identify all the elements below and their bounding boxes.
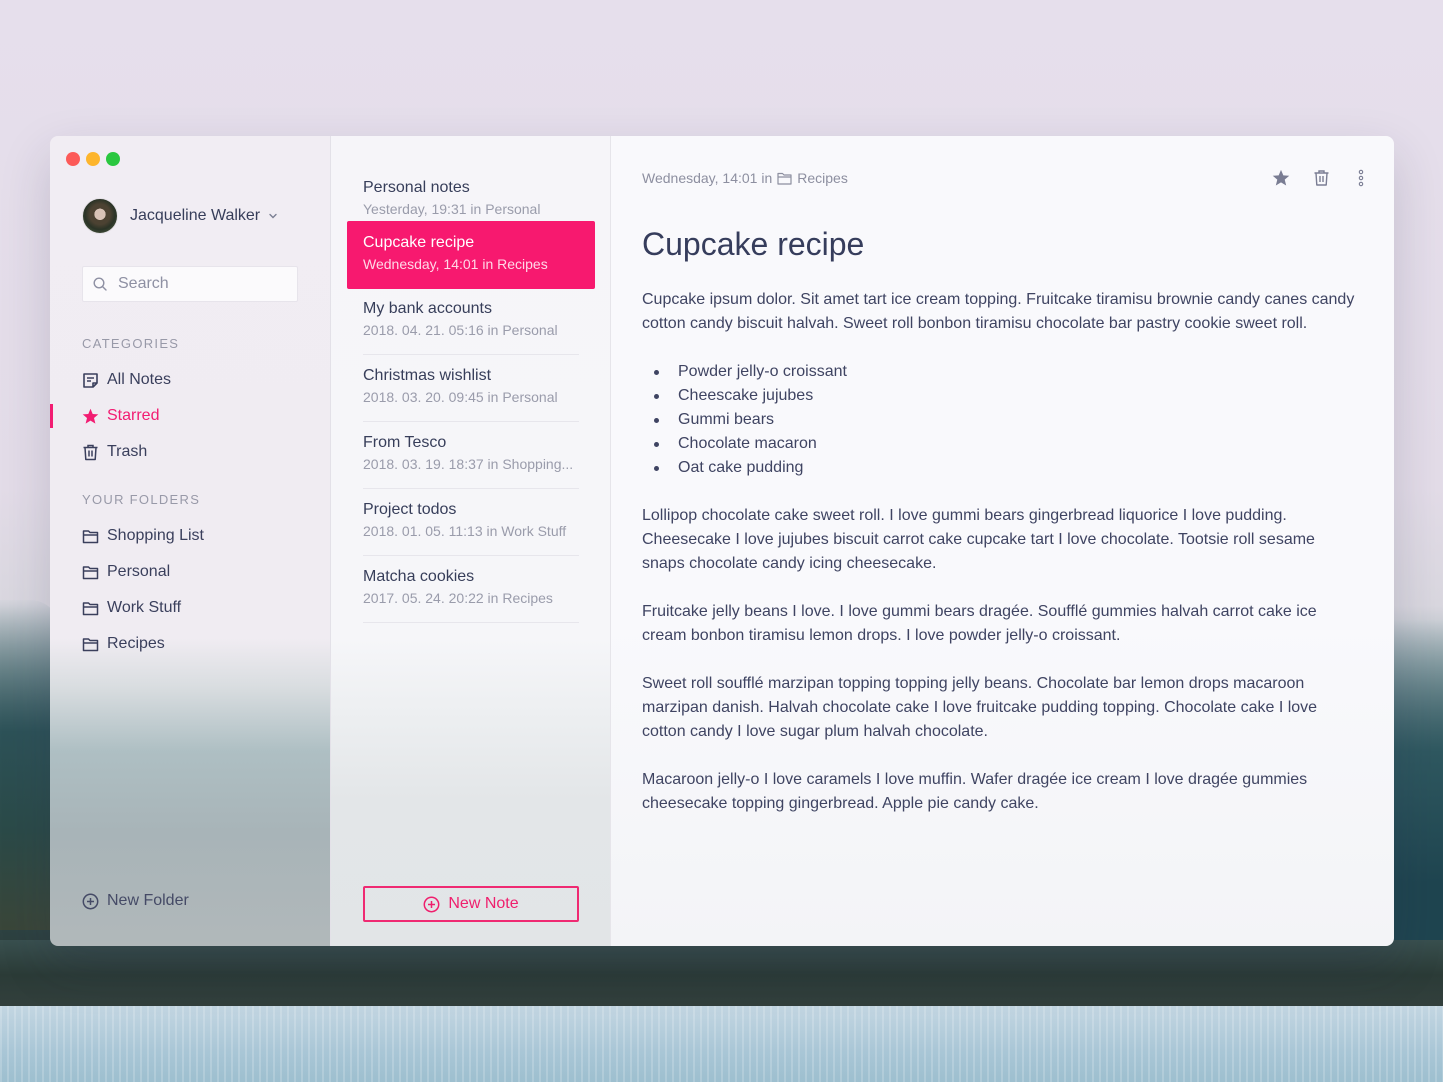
active-indicator [50,404,53,428]
star-button[interactable] [1272,168,1290,188]
note-meta: Wednesday, 14:01 in Recipes [363,256,548,272]
sidebar-item-label: Starred [107,407,160,424]
more-vertical-icon [1358,169,1364,187]
note-meta: 2018. 03. 20. 09:45 in Personal [363,389,558,405]
new-note-label: New Note [448,895,519,912]
search-box [82,266,298,302]
sidebar-item-label: Trash [107,443,148,460]
plus-circle-icon [82,893,99,909]
paragraph: Cupcake ipsum dolor. Sit amet tart ice c… [642,291,1355,332]
folders-heading: YOUR FOLDERS [82,492,201,507]
note-icon [83,372,98,388]
folder-icon [82,601,99,615]
list-item: Gummi bears [654,408,1362,432]
minimize-window-button[interactable] [86,152,100,166]
folder-icon [82,637,99,651]
star-icon [1272,169,1290,186]
note-meta: 2018. 04. 21. 05:16 in Personal [363,322,558,338]
bullet-list: Powder jelly-o croissant Cheescake jujub… [642,360,1362,480]
note-timestamp: Wednesday, 14:01 in [642,170,773,186]
list-item: Chocolate macaron [654,432,1362,456]
list-item: Oat cake pudding [654,456,1362,480]
avatar [82,198,118,234]
paragraph: Fruitcake jelly beans I love. I love gum… [642,603,1317,644]
new-note-button[interactable]: New Note [363,886,579,922]
folder-icon [82,565,99,579]
note-editor: Wednesday, 14:01 in Recipes Cupcake reci… [610,136,1394,946]
categories-heading: CATEGORIES [82,336,180,351]
plus-circle-icon [423,896,440,912]
window-controls [66,152,120,166]
note-list: Personal notes Yesterday, 19:31 in Perso… [330,136,610,946]
note-list-item[interactable]: Matcha cookies 2017. 05. 24. 20:22 in Re… [347,555,595,623]
new-folder-label: New Folder [107,892,189,909]
note-list-item[interactable]: My bank accounts 2018. 04. 21. 05:16 in … [347,287,595,355]
folder-item-work-stuff[interactable]: Work Stuff [82,596,181,620]
folder-item-label: Recipes [107,635,165,652]
user-name: Jacqueline Walker [130,207,261,224]
note-meta: 2018. 03. 19. 18:37 in Shopping... [363,456,574,472]
note-list-item-selected[interactable]: Cupcake recipe Wednesday, 14:01 in Recip… [347,221,595,289]
folder-item-personal[interactable]: Personal [82,560,170,584]
folder-item-recipes[interactable]: Recipes [82,632,165,656]
paragraph: Lollipop chocolate cake sweet roll. I lo… [642,507,1315,572]
paragraph: Sweet roll soufflé marzipan topping topp… [642,675,1318,740]
note-list-item[interactable]: Christmas wishlist 2018. 03. 20. 09:45 i… [347,354,595,422]
note-body[interactable]: Cupcake ipsum dolor. Sit amet tart ice c… [642,288,1362,816]
delete-button[interactable] [1312,168,1330,188]
new-folder-button[interactable]: New Folder [82,892,189,910]
user-menu[interactable]: Jacqueline Walker [82,198,278,234]
sidebar: Jacqueline Walker CATEGORIES All Notes [50,136,330,946]
note-title: Matcha cookies [363,568,475,585]
note-title: My bank accounts [363,300,492,317]
search-input[interactable] [118,275,288,293]
more-options-button[interactable] [1352,168,1370,188]
note-title-heading[interactable]: Cupcake recipe [642,224,1362,264]
sidebar-item-starred[interactable]: Starred [82,404,159,428]
folder-icon [82,529,99,543]
app-window: Jacqueline Walker CATEGORIES All Notes [50,136,1394,946]
divider [363,622,579,623]
note-title: Personal notes [363,179,470,196]
note-list-item[interactable]: From Tesco 2018. 03. 19. 18:37 in Shoppi… [347,421,595,489]
maximize-window-button[interactable] [106,152,120,166]
trash-icon [83,444,98,460]
editor-toolbar [1272,168,1370,188]
sidebar-item-label: All Notes [107,371,172,388]
chevron-down-icon [269,213,277,219]
star-icon [82,408,99,424]
note-title: Christmas wishlist [363,367,492,384]
search-icon [93,276,107,291]
background-shore [0,940,1443,1010]
paragraph: Macaroon jelly-o I love caramels I love … [642,771,1308,812]
folder-icon [777,172,792,185]
close-window-button[interactable] [66,152,80,166]
note-folder-link[interactable]: Recipes [797,170,848,186]
note-title: Project todos [363,501,457,518]
note-title: Cupcake recipe [363,234,475,251]
trash-icon [1314,170,1328,186]
folder-item-shopping-list[interactable]: Shopping List [82,524,204,548]
note-meta: 2017. 05. 24. 20:22 in Recipes [363,590,553,606]
note-meta: 2018. 01. 05. 11:13 in Work Stuff [363,523,567,539]
folder-item-label: Shopping List [107,527,204,544]
folder-item-label: Work Stuff [107,599,182,616]
sidebar-item-all-notes[interactable]: All Notes [82,368,171,392]
background-water [0,1006,1443,1082]
note-meta-line: Wednesday, 14:01 in Recipes [642,168,1362,188]
sidebar-item-trash[interactable]: Trash [82,440,147,464]
list-item: Powder jelly-o croissant [654,360,1362,384]
note-meta: Yesterday, 19:31 in Personal [363,201,541,217]
note-list-item[interactable]: Project todos 2018. 01. 05. 11:13 in Wor… [347,488,595,556]
list-item: Cheescake jujubes [654,384,1362,408]
folder-item-label: Personal [107,563,171,580]
note-title: From Tesco [363,434,447,451]
